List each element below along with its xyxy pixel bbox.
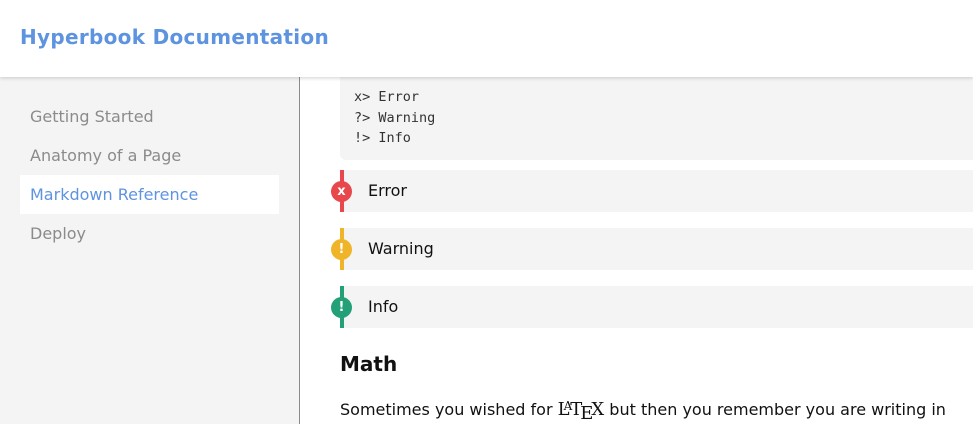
code-line: x> Error — [354, 89, 420, 105]
callout-info: ! Info — [331, 286, 973, 328]
warning-icon: ! — [331, 239, 352, 260]
sidebar-item-getting-started[interactable]: Getting Started — [20, 97, 279, 136]
math-paragraph: Sometimes you wished for LATEX but then … — [340, 394, 973, 424]
paragraph-text: but then you remember you are writing in — [604, 400, 946, 419]
site-title[interactable]: Hyperbook Documentation — [20, 25, 329, 49]
paragraph-text: Sometimes you wished for — [340, 400, 558, 419]
code-line: !> Info — [354, 130, 411, 146]
sidebar-item-markdown-reference[interactable]: Markdown Reference — [20, 175, 279, 214]
callout-text: Warning — [368, 239, 434, 258]
callout-error: x Error — [331, 170, 973, 212]
callout-text: Info — [368, 297, 399, 316]
code-line: ?> Warning — [354, 109, 436, 126]
sidebar-item-anatomy-of-a-page[interactable]: Anatomy of a Page — [20, 136, 279, 175]
sidebar-item-deploy[interactable]: Deploy — [20, 214, 279, 253]
code-block: x> Error ?> Warning !> Info — [340, 77, 973, 160]
latex-logo: LATEX — [557, 399, 605, 424]
error-icon: x — [331, 181, 352, 202]
top-header: Hyperbook Documentation — [0, 0, 973, 77]
callout-warning: ! Warning — [331, 228, 973, 270]
info-icon: ! — [331, 297, 352, 318]
section-heading-math: Math — [340, 352, 398, 376]
main-content: x> Error ?> Warning !> Info x Error ! Wa… — [301, 77, 973, 424]
sidebar: Getting Started Anatomy of a Page Markdo… — [0, 77, 300, 424]
callout-text: Error — [368, 181, 407, 200]
